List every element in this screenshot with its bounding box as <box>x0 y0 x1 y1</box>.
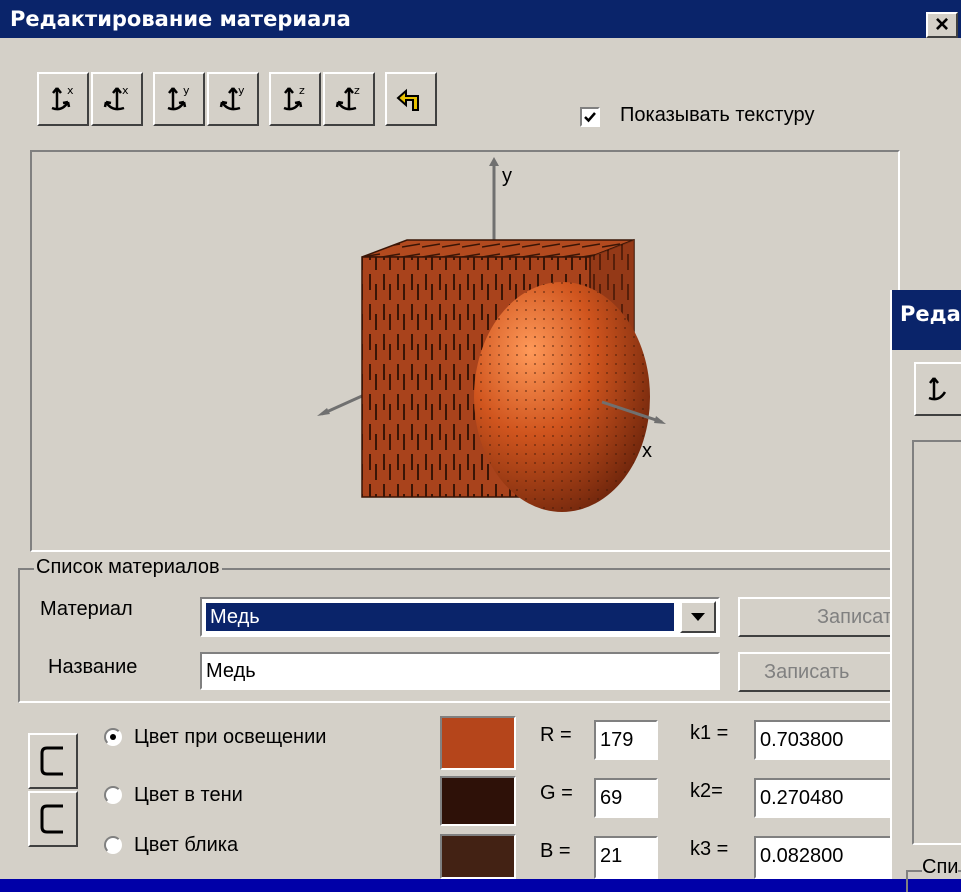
rotate-y-ccw-button[interactable]: y <box>153 72 205 126</box>
highlight-color-swatch[interactable] <box>440 834 516 879</box>
copy-color-button-top[interactable] <box>28 733 78 789</box>
name-input[interactable]: Медь <box>200 652 720 690</box>
y-axis-label: y <box>502 165 512 187</box>
material-editor-window: Редактирование материала × x x y y z z П… <box>0 0 961 879</box>
radio-shadow-color[interactable] <box>104 786 122 804</box>
k2-label: k2= <box>690 780 723 802</box>
material-preview-viewport[interactable]: y x <box>30 150 900 552</box>
second-material-editor-window[interactable]: Реда Спи <box>890 290 961 892</box>
bracket-icon <box>40 746 63 776</box>
rotate-x-cw-icon: x <box>103 84 129 111</box>
material-select-value: Медь <box>205 602 675 632</box>
second-rotate-x-button[interactable] <box>914 362 961 416</box>
checkmark-icon <box>584 112 596 123</box>
red-input[interactable]: 179 <box>594 720 658 760</box>
svg-text:y: y <box>183 84 190 97</box>
svg-text:z: z <box>299 84 305 97</box>
green-label: G = <box>540 782 573 804</box>
bracket-icon <box>40 804 63 834</box>
window-title-bar[interactable]: Редактирование материала <box>0 0 961 38</box>
x-axis-label: x <box>642 440 652 462</box>
rotate-z-ccw-button[interactable]: z <box>269 72 321 126</box>
rotate-x-ccw-button[interactable]: x <box>37 72 89 126</box>
rotate-z-ccw-icon: z <box>283 84 305 111</box>
second-group-legend: Спи <box>922 856 959 879</box>
k3-label: k3 = <box>690 838 729 860</box>
save-as-button-label: Записать <box>764 660 850 683</box>
blue-label: B = <box>540 840 571 862</box>
save-button-label: Записат <box>816 605 892 628</box>
radio-highlight-color[interactable] <box>104 836 122 854</box>
svg-text:y: y <box>238 84 245 97</box>
rotate-x-ccw-icon: x <box>51 84 74 111</box>
copy-color-button-bottom[interactable] <box>28 791 78 847</box>
k2-input[interactable]: 0.270480 <box>754 778 904 818</box>
show-texture-label: Показывать текстуру <box>620 104 815 126</box>
undo-arrow-icon <box>396 88 419 111</box>
lit-color-swatch[interactable] <box>440 716 516 770</box>
rotate-x-ccw-icon <box>928 377 947 401</box>
name-label: Название <box>48 656 138 678</box>
chevron-down-icon <box>691 613 705 621</box>
k3-input[interactable]: 0.082800 <box>754 836 904 879</box>
green-input[interactable]: 69 <box>594 778 658 818</box>
material-label: Материал <box>40 598 133 620</box>
material-select[interactable]: Медь <box>200 597 720 637</box>
dropdown-arrow-button[interactable] <box>680 601 716 633</box>
materials-group-legend: Список материалов <box>34 556 222 579</box>
radio-lit-color-label: Цвет при освещении <box>134 726 327 748</box>
blue-input[interactable]: 21 <box>594 836 658 879</box>
radio-shadow-color-label: Цвет в тени <box>134 784 243 806</box>
close-icon: × <box>934 11 949 38</box>
radio-lit-color[interactable] <box>104 728 122 746</box>
rotate-z-cw-button[interactable]: z <box>323 72 375 126</box>
svg-text:x: x <box>122 84 129 97</box>
save-button[interactable]: Записат <box>738 597 900 637</box>
svg-text:z: z <box>354 84 360 97</box>
radio-highlight-color-label: Цвет блика <box>134 834 239 856</box>
shadow-color-swatch[interactable] <box>440 776 516 826</box>
rotate-x-cw-button[interactable]: x <box>91 72 143 126</box>
red-label: R = <box>540 724 572 746</box>
rotate-z-cw-icon: z <box>335 84 360 111</box>
svg-text:x: x <box>67 84 74 97</box>
radio-selected-dot <box>110 734 116 740</box>
preview-scene: y x <box>317 157 666 512</box>
k1-input[interactable]: 0.703800 <box>754 720 904 760</box>
undo-button[interactable] <box>385 72 437 126</box>
rotate-y-cw-button[interactable]: y <box>207 72 259 126</box>
second-preview-viewport[interactable] <box>912 440 961 845</box>
rotate-y-ccw-icon: y <box>167 84 190 111</box>
close-button[interactable]: × <box>926 12 958 38</box>
second-window-title-bar[interactable]: Реда <box>892 290 961 350</box>
rotate-y-cw-icon: y <box>219 84 245 111</box>
k1-label: k1 = <box>690 722 729 744</box>
second-window-title: Реда <box>900 302 961 326</box>
window-title: Редактирование материала <box>10 7 351 31</box>
save-as-button[interactable]: Записать <box>738 652 900 692</box>
show-texture-checkbox[interactable] <box>580 107 600 127</box>
